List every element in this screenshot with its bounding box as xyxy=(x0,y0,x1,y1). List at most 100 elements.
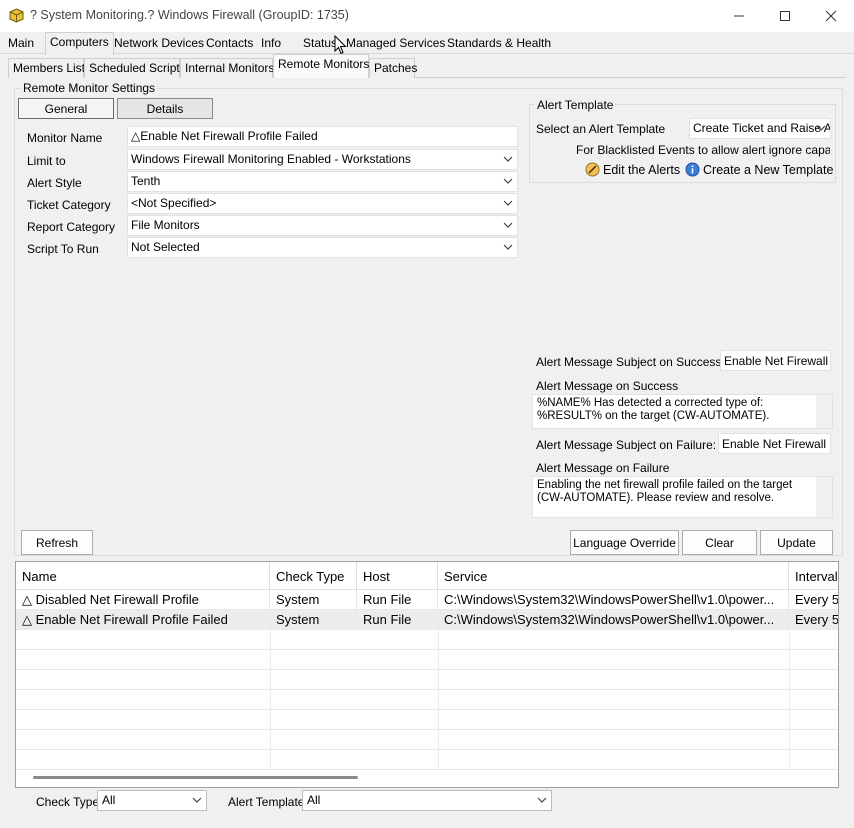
alert-template-value: Create Ticket and Raise A xyxy=(693,121,831,135)
window-title: ? System Monitoring.? Windows Firewall (… xyxy=(30,8,349,22)
package-cube-icon xyxy=(9,8,24,23)
failure-message-line-1: Enabling the net firewall profile failed… xyxy=(537,479,793,491)
chevron-down-icon xyxy=(503,222,513,228)
cell-name: △ Disabled Net Firewall Profile xyxy=(16,590,270,610)
failure-message-scrollbar[interactable] xyxy=(816,477,832,517)
tab-network-devices[interactable]: Network Devices xyxy=(111,35,207,51)
column-divider xyxy=(789,630,790,770)
alert-style-label: Alert Style xyxy=(27,176,82,190)
limit-to-select[interactable]: Windows Firewall Monitoring Enabled - Wo… xyxy=(127,149,518,170)
column-header-check-type[interactable]: Check Type xyxy=(270,562,357,590)
failure-subject-value: Enable Net Firewall Profile xyxy=(722,437,830,451)
alert-template-filter-value: All xyxy=(307,793,321,807)
tab-members-list[interactable]: Members List xyxy=(8,58,85,78)
column-header-host[interactable]: Host xyxy=(357,562,438,590)
alert-style-select[interactable]: Tenth xyxy=(127,171,518,192)
cell-interval: Every 5 xyxy=(795,592,839,607)
empty-row xyxy=(16,710,838,730)
failure-message-textarea[interactable]: Enabling the net firewall profile failed… xyxy=(532,476,833,518)
ticket-category-label: Ticket Category xyxy=(27,198,111,212)
tab-remote-monitors[interactable]: Remote Monitors xyxy=(273,54,369,78)
alert-template-filter-select[interactable]: All xyxy=(302,790,552,811)
alert-template-select[interactable]: Create Ticket and Raise A xyxy=(689,118,831,139)
check-type-filter-value: All xyxy=(102,793,116,807)
general-toggle-button[interactable]: General xyxy=(18,98,114,119)
tab-main[interactable]: Main xyxy=(5,35,37,51)
close-button[interactable] xyxy=(808,0,854,32)
chevron-down-icon xyxy=(192,797,202,803)
failure-message-label: Alert Message on Failure xyxy=(536,461,670,475)
limit-to-label: Limit to xyxy=(27,154,66,168)
success-message-scrollbar[interactable] xyxy=(816,395,832,428)
report-category-label: Report Category xyxy=(27,220,116,234)
remote-monitors-grid: Name Check Type Host Service Interval △ … xyxy=(15,561,839,788)
create-template-label: Create a New Template xyxy=(703,162,834,177)
success-subject-value: Enable Net Firewall Profile xyxy=(724,354,830,368)
minimize-icon xyxy=(734,15,744,17)
chevron-down-icon xyxy=(816,125,826,131)
table-row[interactable]: △ Disabled Net Firewall Profile System R… xyxy=(16,590,839,610)
check-type-filter-select[interactable]: All xyxy=(97,790,207,811)
success-message-textarea[interactable]: %NAME% Has detected a corrected type of:… xyxy=(532,394,833,429)
column-header-interval[interactable]: Interval xyxy=(789,562,838,590)
empty-row xyxy=(16,750,838,770)
report-category-select[interactable]: File Monitors xyxy=(127,215,518,236)
edit-alerts-link[interactable]: Edit the Alerts xyxy=(585,162,680,177)
column-header-service[interactable]: Service xyxy=(438,562,789,590)
alert-style-value: Tenth xyxy=(131,174,161,188)
maximize-button[interactable] xyxy=(762,0,808,32)
clear-button[interactable]: Clear xyxy=(682,530,757,555)
refresh-button[interactable]: Refresh xyxy=(21,530,93,555)
tab-patches[interactable]: Patches xyxy=(369,58,417,78)
general-toggle-label: General xyxy=(44,101,88,116)
failure-subject-label: Alert Message Subject on Failure: xyxy=(536,438,717,452)
script-to-run-select[interactable]: Not Selected xyxy=(127,237,518,258)
cell-service: C:\Windows\System32\WindowsPowerShell\v1… xyxy=(438,590,789,610)
failure-subject-input[interactable]: Enable Net Firewall Profile xyxy=(718,433,831,454)
blacklist-note: For Blacklisted Events to allow alert ig… xyxy=(576,143,830,157)
tab-contacts[interactable]: Contacts xyxy=(203,35,256,51)
chevron-down-icon xyxy=(503,156,513,162)
maximize-icon xyxy=(780,11,790,21)
failure-message-line-2: (CW-AUTOMATE). Please review and resolve… xyxy=(537,492,775,504)
empty-row xyxy=(16,630,838,650)
tab-computers[interactable]: Computers xyxy=(45,32,114,55)
refresh-button-label: Refresh xyxy=(35,535,79,550)
column-header-name[interactable]: Name xyxy=(16,562,270,590)
cell-check-type: System xyxy=(270,610,357,630)
cell-check-type: System xyxy=(270,590,357,610)
cell-interval: Every 5 xyxy=(795,612,839,627)
cell-name: △ Enable Net Firewall Profile Failed xyxy=(16,610,270,630)
details-toggle-button[interactable]: Details xyxy=(117,98,213,119)
horizontal-scrollbar-thumb[interactable] xyxy=(33,776,358,779)
language-override-button[interactable]: Language Override xyxy=(570,530,679,555)
success-subject-label: Alert Message Subject on Success: xyxy=(536,355,725,369)
ticket-category-select[interactable]: <Not Specified> xyxy=(127,193,518,214)
success-message-label: Alert Message on Success xyxy=(536,379,679,393)
table-row[interactable]: △ Enable Net Firewall Profile Failed Sys… xyxy=(16,610,839,630)
tab-internal-monitors[interactable]: Internal Monitors xyxy=(180,58,274,78)
mouse-cursor-icon xyxy=(334,35,347,55)
minimize-button[interactable] xyxy=(716,0,762,32)
tab-managed-services[interactable]: Managed Services xyxy=(343,35,448,51)
alert-template-title: Alert Template xyxy=(535,98,616,112)
tab-info[interactable]: Info xyxy=(258,35,284,51)
monitor-name-field[interactable]: △Enable Net Firewall Profile Failed xyxy=(127,126,518,147)
update-button-label: Update xyxy=(777,535,816,550)
tab-standards-health[interactable]: Standards & Health xyxy=(444,35,554,51)
chevron-down-icon xyxy=(537,797,547,803)
update-button[interactable]: Update xyxy=(760,530,833,555)
monitor-name-label: Monitor Name xyxy=(27,131,103,145)
report-category-value: File Monitors xyxy=(131,218,200,232)
create-template-link[interactable]: Create a New Template xyxy=(685,162,833,177)
column-divider xyxy=(438,630,439,770)
cell-service: C:\Windows\System32\WindowsPowerShell\v1… xyxy=(438,610,789,630)
tab-scheduled-scripts[interactable]: Scheduled Scripts xyxy=(84,58,186,78)
clear-button-label: Clear xyxy=(705,535,734,550)
success-subject-input[interactable]: Enable Net Firewall Profile xyxy=(720,350,831,371)
chevron-down-icon xyxy=(503,178,513,184)
remote-monitor-settings-title: Remote Monitor Settings xyxy=(21,81,158,95)
sub-tab-strip: Members List Scheduled Scripts Internal … xyxy=(8,54,846,78)
alert-template-filter-label: Alert Template xyxy=(228,795,305,809)
info-icon xyxy=(685,162,700,177)
